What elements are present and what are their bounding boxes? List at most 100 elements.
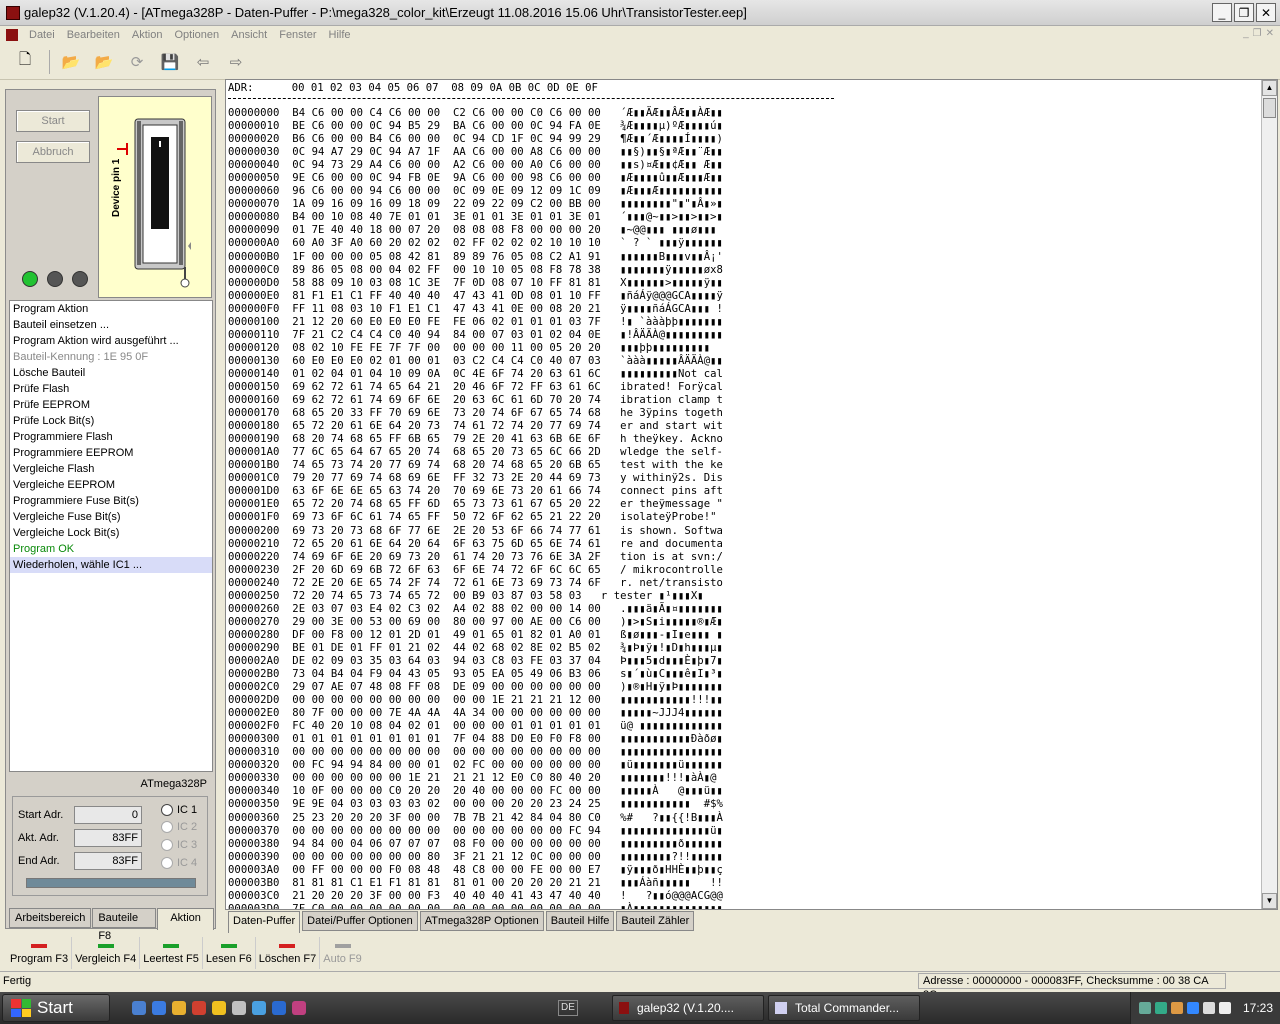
task-galep32[interactable]: galep32 (V.1.20.... (612, 995, 764, 1021)
minimize-button[interactable]: _ (1212, 3, 1232, 22)
hex-row-ascii[interactable]: ▮▮▮▮▮À @▮▮▮ü▮▮ (620, 785, 723, 797)
hex-row-bytes-high[interactable]: 49 01 65 01 82 01 A0 01 (453, 629, 601, 641)
hex-row-ascii[interactable]: wledge the self- (620, 446, 723, 458)
hex-row-bytes-low[interactable]: 77 6C 65 64 67 65 20 74 (292, 446, 440, 458)
hex-row[interactable]: 00000180 65 72 20 61 6E 64 20 73 74 61 7… (228, 420, 723, 433)
hex-row-ascii[interactable]: ▮ÿ▮▮▮ð▮HHÈ▮▮þ▮▮ç (620, 864, 723, 876)
hex-row-bytes-high[interactable]: A4 02 88 02 00 00 14 00 (453, 603, 601, 615)
back-arrow-icon[interactable]: ⇦ (188, 48, 218, 76)
hex-row-ascii[interactable]: ▮▮▮▮▮~JJJ4▮▮▮▮▮▮ (620, 707, 723, 719)
start-button[interactable]: Start (16, 110, 90, 132)
hex-row-bytes-high[interactable]: 4A 34 00 00 00 00 00 00 (453, 707, 601, 719)
hex-row-bytes-high[interactable]: 00 00 00 00 00 00 00 00 (453, 746, 601, 758)
fkey-button[interactable]: Auto F9 (319, 937, 365, 969)
hex-row-bytes-high[interactable]: 0C 09 0E 09 12 09 1C 09 (453, 185, 601, 197)
log-item[interactable]: Vergleiche EEPROM (10, 477, 212, 493)
hex-row[interactable]: 000001A0 77 6C 65 64 67 65 20 74 68 65 2… (228, 446, 723, 459)
hex-row[interactable]: 00000350 9E 9E 04 03 03 03 03 02 00 00 0… (228, 798, 723, 811)
hex-row-ascii[interactable]: ▮ñáÁÿ@@@GCA▮▮▮▮ÿ (620, 290, 723, 302)
log-item[interactable]: Lösche Bauteil (10, 365, 212, 381)
hex-row-bytes-low[interactable]: 00 00 00 00 00 00 00 80 (292, 851, 440, 863)
volume-icon[interactable] (1203, 1002, 1215, 1014)
hex-row[interactable]: 000000F0 FF 11 08 03 10 F1 E1 C1 47 43 4… (228, 303, 723, 316)
hex-row-ascii[interactable]: ▮▮▮▮▮▮▮▮▮▮▮Ðàðø▮ (620, 733, 723, 745)
hex-row[interactable]: 00000280 DF 00 F8 00 12 01 2D 01 49 01 6… (228, 629, 723, 642)
hex-row[interactable]: 000003D0 7F C0 00 00 00 00 00 00 00 00 0… (228, 903, 723, 909)
hex-row-bytes-high[interactable]: 2E 20 53 6F 66 74 77 61 (453, 525, 601, 537)
hex-row-ascii[interactable]: is shown. Softwa (620, 525, 723, 537)
hex-row-ascii[interactable]: ! ?▮▮ó@@@ACG@@ (620, 890, 723, 902)
hex-row[interactable]: 00000080 B4 00 10 08 40 7E 01 01 3E 01 0… (228, 211, 723, 224)
log-item[interactable]: Programmiere EEPROM (10, 445, 212, 461)
hex-row-bytes-high[interactable]: 0C 4E 6F 74 20 63 61 6C (453, 368, 601, 380)
hex-row[interactable]: 00000050 9E C6 00 00 0C 94 FB 0E 9A C6 0… (228, 172, 723, 185)
hex-row-bytes-high[interactable]: 02 FC 00 00 00 00 00 00 (453, 759, 601, 771)
hex-row-bytes-high[interactable]: 0C 94 CD 1F 0C 94 99 29 (453, 133, 601, 145)
hex-row-bytes-high[interactable]: 68 20 74 68 65 20 6B 65 (453, 459, 601, 471)
hex-row-bytes-low[interactable]: 7F C0 00 00 00 00 00 00 (292, 903, 440, 909)
hex-row-bytes-high[interactable]: 03 C2 C4 C4 C0 40 07 03 (453, 355, 601, 367)
hex-row[interactable]: 000001F0 69 73 6F 6C 61 74 65 FF 50 72 6… (228, 511, 723, 524)
bluetooth-icon[interactable] (1187, 1002, 1199, 1014)
hex-row[interactable]: 00000090 01 7E 40 40 18 00 07 20 08 08 0… (228, 224, 723, 237)
hex-row[interactable]: 000003C0 21 20 20 20 3F 00 00 F3 40 40 4… (228, 890, 723, 903)
hex-row-bytes-high[interactable]: 7F 04 88 D0 E0 F0 F8 00 (453, 733, 601, 745)
hex-row-bytes-high[interactable]: C2 C6 00 00 C0 C6 00 00 (453, 107, 601, 119)
hex-row-ascii[interactable]: ▮À▮▮▮▮▮▮▮▮▮▮▮▮▮▮ (620, 903, 723, 909)
hex-row[interactable]: 00000330 00 00 00 00 00 00 1E 21 21 21 1… (228, 772, 723, 785)
hex-row[interactable]: 00000250 72 20 74 65 73 74 65 72 00 B9 0… (228, 590, 723, 603)
hex-row-bytes-high[interactable]: BA C6 00 00 0C 94 FA 0E (453, 120, 601, 132)
hex-row-bytes-low[interactable]: 69 62 72 61 74 69 6F 6E (292, 394, 440, 406)
hex-row-ascii[interactable]: ▮▮▮▮▮▮▮▮▮ð▮▮▮▮▮▮ (620, 838, 723, 850)
log-item[interactable]: Programmiere Flash (10, 429, 212, 445)
hex-rows[interactable]: 00000000 B4 C6 00 00 C4 C6 00 00 C2 C6 0… (228, 107, 723, 909)
hex-row-bytes-low[interactable]: 72 2E 20 6E 65 74 2F 74 (292, 577, 440, 589)
akt-adr-field[interactable]: 83FF (74, 829, 142, 847)
hex-row-ascii[interactable]: ▮▮▮þþ▮▮▮▮▮▮▮▮▮ (620, 342, 723, 354)
hex-row-bytes-low[interactable]: 1F 00 00 00 05 08 42 81 (292, 251, 440, 263)
hex-row-bytes-high[interactable]: 73 20 74 6F 67 65 74 68 (453, 407, 601, 419)
hex-row-ascii[interactable]: ▮▮▮▮▮▮▮▮▮▮▮!!!▮▮ (620, 694, 723, 706)
hex-row-bytes-high[interactable]: 00 00 00 20 20 23 24 25 (453, 798, 601, 810)
menu-aktion[interactable]: Aktion (126, 29, 169, 41)
hex-row-bytes-high[interactable]: 89 89 76 05 08 C2 A1 91 (453, 251, 601, 263)
hex-row[interactable]: 00000300 01 01 01 01 01 01 01 01 7F 04 8… (228, 733, 723, 746)
scroll-up-icon[interactable]: ▲ (1262, 80, 1277, 96)
hex-row-bytes-high[interactable]: 00 00 00 11 00 05 20 20 (453, 342, 601, 354)
log-item[interactable]: Prüfe Lock Bit(s) (10, 413, 212, 429)
hex-row-bytes-high[interactable]: 61 74 20 73 76 6E 3A 2F (453, 551, 601, 563)
tab-bauteile[interactable]: Bauteile F8 (92, 908, 157, 942)
fkey-button[interactable]: Löschen F7 (254, 937, 319, 969)
start-menu-button[interactable]: Start (2, 994, 110, 1022)
hex-row[interactable]: 00000060 96 C6 00 00 94 C6 00 00 0C 09 0… (228, 185, 723, 198)
hex-row-bytes-high[interactable]: 21 21 12 E0 C0 80 40 20 (453, 772, 601, 784)
hex-row-bytes-high[interactable]: 68 65 20 73 65 6C 66 2D (453, 446, 601, 458)
hex-row-bytes-low[interactable]: 21 20 20 20 3F 00 00 F3 (292, 890, 440, 902)
hex-row[interactable]: 000000D0 58 88 09 10 03 08 1C 3E 7F 0D 0… (228, 277, 723, 290)
hex-row-bytes-high[interactable]: 3F 21 21 12 0C 00 00 00 (453, 851, 601, 863)
hex-row-bytes-low[interactable]: 72 20 74 65 73 74 65 72 (292, 590, 440, 602)
ic2-radio[interactable]: IC 2 (161, 821, 197, 833)
hex-row-bytes-high[interactable]: FE 06 02 01 01 01 03 7F (453, 316, 601, 328)
hex-row-bytes-high[interactable]: A2 C6 00 00 A0 C6 00 00 (453, 159, 601, 171)
hex-row[interactable]: 00000130 60 E0 E0 E0 02 01 00 01 03 C2 C… (228, 355, 723, 368)
hex-row-ascii[interactable]: connect pins aft (620, 485, 723, 497)
tab-daten-puffer[interactable]: Daten-Puffer (228, 911, 301, 933)
hex-row[interactable]: 000001C0 79 20 77 69 74 68 69 6E FF 32 7… (228, 472, 723, 485)
hex-row[interactable]: 000002D0 00 00 00 00 00 00 00 00 00 00 1… (228, 694, 723, 707)
hex-row[interactable]: 00000210 72 65 20 61 6E 64 20 64 6F 63 7… (228, 538, 723, 551)
open-folder-icon[interactable]: 📂 (56, 48, 86, 76)
hex-row-ascii[interactable]: re and documenta (620, 538, 723, 550)
app-icon-grey[interactable] (232, 1001, 246, 1015)
hex-row-bytes-high[interactable]: 74 61 72 74 20 77 69 74 (453, 420, 601, 432)
browser-icon[interactable] (152, 1001, 166, 1015)
hex-row[interactable]: 00000110 7F 21 C2 C4 C4 C0 40 94 84 00 0… (228, 329, 723, 342)
hex-row-bytes-low[interactable]: 65 72 20 61 6E 64 20 73 (292, 420, 440, 432)
tab-aktion[interactable]: Aktion (157, 908, 214, 930)
forward-arrow-icon[interactable]: ⇨ (221, 48, 251, 76)
hex-row[interactable]: 00000260 2E 03 07 03 E4 02 C3 02 A4 02 8… (228, 603, 723, 616)
hex-row-bytes-low[interactable]: 72 65 20 61 6E 64 20 64 (292, 538, 440, 550)
hex-row-ascii[interactable]: ▮▮§)▮▮§▮ªÆ▮▮¨Æ▮▮ (620, 146, 723, 158)
hex-row-bytes-low[interactable]: 1A 09 16 09 16 09 18 09 (292, 198, 440, 210)
hex-row-bytes-high[interactable]: 20 46 6F 72 FF 63 61 6C (453, 381, 601, 393)
